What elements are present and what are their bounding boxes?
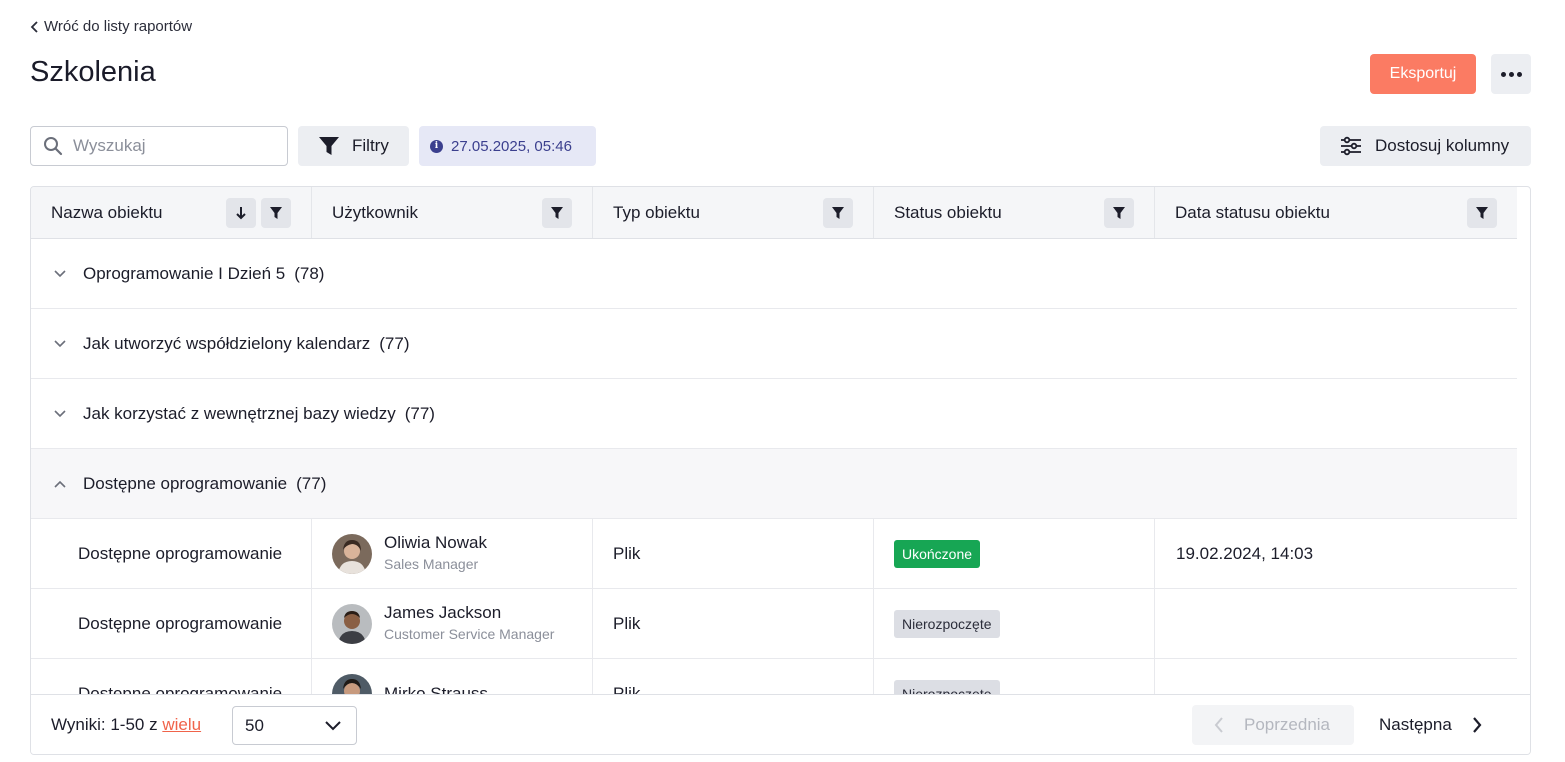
status-badge: Nierozpoczęte — [894, 680, 1000, 694]
table-row[interactable]: Dostępne oprogramowanie Oliwia Nowak Sal… — [31, 519, 1517, 589]
column-filter-button[interactable] — [823, 198, 853, 228]
status-cell: Nierozpoczęte — [874, 589, 1155, 659]
column-header-status-date: Data statusu obiektu — [1155, 187, 1517, 238]
object-type-cell: Plik — [593, 519, 874, 589]
group-count: (77) — [296, 473, 327, 493]
column-header-object-name: Nazwa obiektu — [31, 187, 312, 238]
table-footer: Wyniki: 1-50 z wielu 50 Poprzednia Nastę… — [31, 694, 1530, 754]
status-cell: Ukończone — [874, 519, 1155, 589]
avatar — [332, 534, 372, 574]
next-page-button[interactable]: Następna — [1369, 705, 1499, 745]
user-role: Sales Manager — [384, 556, 479, 572]
avatar — [332, 674, 372, 694]
customize-columns-button[interactable]: Dostosuj kolumny — [1320, 126, 1531, 166]
user-cell: James Jackson Customer Service Manager — [312, 589, 593, 659]
search-input[interactable] — [73, 136, 273, 156]
table-row[interactable]: Dostępne oprogramowanie Mirko Strauss Pl… — [31, 659, 1517, 694]
filter-icon — [832, 207, 844, 219]
user-name: James Jackson — [384, 603, 502, 622]
group-name: Oprogramowanie I Dzień 5 — [83, 263, 286, 283]
column-header-user: Użytkownik — [312, 187, 593, 238]
table-header: Nazwa obiektu Użytkownik Typ obiektu Sta… — [31, 187, 1517, 239]
user-name: Oliwia Nowak — [384, 533, 487, 552]
chevron-down-icon — [54, 339, 66, 347]
column-filter-button[interactable] — [1467, 198, 1497, 228]
chevron-down-icon — [54, 409, 66, 417]
status-date-cell — [1155, 589, 1517, 659]
object-name-cell: Dostępne oprogramowanie — [31, 589, 312, 659]
page-size-value: 50 — [245, 715, 264, 735]
more-options-button[interactable] — [1491, 54, 1531, 94]
object-type-cell: Plik — [593, 659, 874, 694]
more-dot-icon — [1516, 71, 1522, 77]
chevron-up-icon — [54, 480, 66, 488]
back-link-label: Wróć do listy raportów — [44, 18, 193, 35]
user-name: Mirko Strauss — [384, 684, 488, 694]
page-title: Szkolenia — [30, 56, 156, 88]
results-summary: Wyniki: 1-50 z wielu — [51, 715, 201, 735]
table-body: Oprogramowanie I Dzień 5 (78) Jak utworz… — [31, 239, 1517, 694]
more-dot-icon — [1508, 71, 1514, 77]
avatar — [332, 604, 372, 644]
chevron-left-icon — [1214, 717, 1223, 733]
column-filter-button[interactable] — [1104, 198, 1134, 228]
filter-icon — [1113, 207, 1125, 219]
column-filter-button[interactable] — [542, 198, 572, 228]
user-role: Customer Service Manager — [384, 626, 555, 642]
filter-icon — [319, 137, 339, 155]
group-row-expanded[interactable]: Dostępne oprogramowanie (77) — [31, 449, 1517, 519]
filter-icon — [1476, 207, 1488, 219]
filter-icon — [270, 207, 282, 219]
group-count: (77) — [404, 403, 435, 423]
customize-columns-label: Dostosuj kolumny — [1375, 136, 1510, 155]
previous-page-label: Poprzednia — [1244, 715, 1331, 734]
search-field[interactable] — [30, 126, 288, 166]
group-row[interactable]: Jak utworzyć współdzielony kalendarz (77… — [31, 309, 1517, 379]
page-size-select[interactable]: 50 — [232, 706, 357, 745]
search-icon — [44, 137, 63, 156]
status-badge: Ukończone — [894, 540, 981, 568]
user-cell: Mirko Strauss — [312, 659, 593, 694]
group-name: Jak utworzyć współdzielony kalendarz — [83, 333, 371, 353]
export-button[interactable]: Eksportuj — [1370, 54, 1476, 94]
column-header-object-type: Typ obiektu — [593, 187, 874, 238]
info-icon: i — [430, 139, 443, 153]
group-count: (77) — [379, 333, 410, 353]
next-page-label: Następna — [1379, 715, 1452, 734]
group-count: (78) — [294, 263, 325, 283]
report-table: Nazwa obiektu Użytkownik Typ obiektu Sta… — [30, 186, 1531, 755]
chevron-down-icon — [325, 721, 341, 731]
status-date-cell: 19.02.2024, 14:03 — [1176, 544, 1314, 563]
group-name: Dostępne oprogramowanie — [83, 473, 288, 493]
results-text: Wyniki: 1-50 z — [51, 715, 163, 734]
status-cell: Nierozpoczęte — [874, 659, 1155, 694]
column-header-object-status: Status obiektu — [874, 187, 1155, 238]
filters-label: Filtry — [352, 136, 389, 155]
status-date-cell — [1155, 659, 1517, 694]
group-row[interactable]: Oprogramowanie I Dzień 5 (78) — [31, 239, 1517, 309]
user-cell: Oliwia Nowak Sales Manager — [312, 519, 593, 589]
more-dot-icon — [1500, 71, 1506, 77]
object-name-cell: Dostępne oprogramowanie — [31, 659, 312, 694]
sliders-icon — [1341, 136, 1361, 156]
column-filter-button[interactable] — [261, 198, 291, 228]
filters-button[interactable]: Filtry — [298, 126, 409, 166]
snapshot-date: 27.05.2025, 05:46 — [451, 137, 572, 155]
results-more-link[interactable]: wielu — [162, 715, 201, 734]
group-name: Jak korzystać z wewnętrznej bazy wiedzy — [83, 403, 396, 423]
previous-page-button[interactable]: Poprzednia — [1192, 705, 1354, 745]
status-badge: Nierozpoczęte — [894, 610, 1000, 638]
snapshot-date-badge: i 27.05.2025, 05:46 — [419, 126, 596, 166]
sort-button[interactable] — [226, 198, 256, 228]
chevron-left-icon — [30, 20, 38, 33]
object-name-cell: Dostępne oprogramowanie — [31, 519, 312, 589]
arrow-down-icon — [236, 207, 246, 220]
group-row[interactable]: Jak korzystać z wewnętrznej bazy wiedzy … — [31, 379, 1517, 449]
filter-icon — [551, 207, 563, 219]
chevron-right-icon — [1472, 717, 1482, 733]
object-type-cell: Plik — [593, 589, 874, 659]
chevron-down-icon — [54, 269, 66, 277]
table-row[interactable]: Dostępne oprogramowanie James Jackson Cu… — [31, 589, 1517, 659]
back-to-reports-link[interactable]: Wróć do listy raportów — [30, 18, 192, 35]
